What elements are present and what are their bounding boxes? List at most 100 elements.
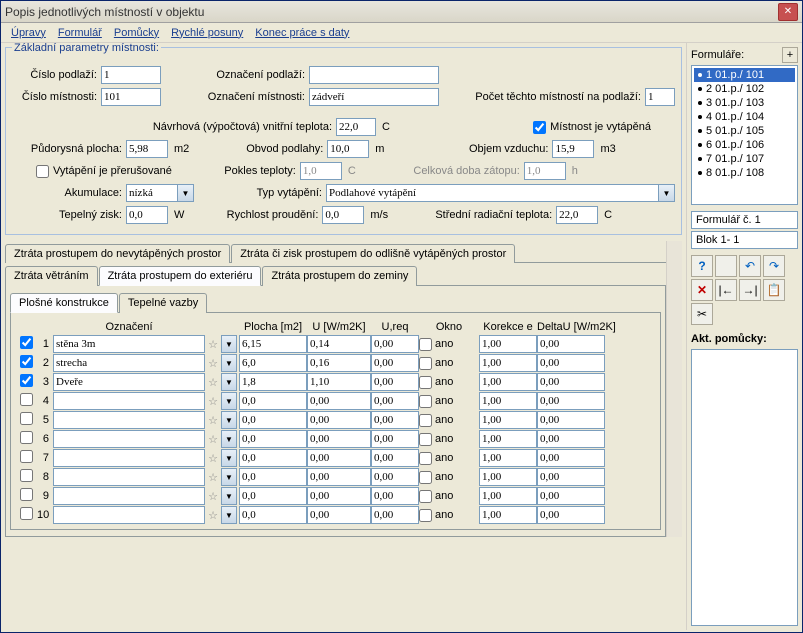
chk-vytapeni-prerus[interactable]: [36, 165, 49, 178]
input-deltau[interactable]: [537, 354, 605, 372]
star-icon[interactable]: ☆: [205, 414, 221, 427]
star-icon[interactable]: ☆: [205, 471, 221, 484]
row-checkbox[interactable]: [20, 355, 33, 368]
star-icon[interactable]: ☆: [205, 395, 221, 408]
dropdown-icon[interactable]: ▼: [221, 506, 237, 524]
input-ureq[interactable]: [371, 392, 419, 410]
input-plocha[interactable]: [239, 373, 307, 391]
input-ureq[interactable]: [371, 354, 419, 372]
scrollbar[interactable]: [666, 241, 682, 537]
input-deltau[interactable]: [537, 411, 605, 429]
input-oznaceni[interactable]: [53, 506, 205, 524]
input-deltau[interactable]: [537, 506, 605, 524]
input-korekce[interactable]: [479, 449, 537, 467]
dropdown-icon[interactable]: ▼: [221, 354, 237, 372]
row-checkbox[interactable]: [20, 507, 33, 520]
dropdown-icon[interactable]: ▼: [221, 430, 237, 448]
dropdown-icon[interactable]: ▼: [178, 184, 194, 202]
input-oznaceni[interactable]: [53, 468, 205, 486]
dropdown-icon[interactable]: ▼: [221, 373, 237, 391]
input-u[interactable]: [307, 449, 371, 467]
input-u[interactable]: [307, 430, 371, 448]
tab-nevytapenych[interactable]: Ztráta prostupem do nevytápěných prostor: [5, 244, 230, 263]
row-checkbox[interactable]: [20, 412, 33, 425]
chk-okno[interactable]: [419, 395, 432, 408]
dropdown-icon[interactable]: ▼: [221, 468, 237, 486]
formlist-item[interactable]: 6 01.p./ 106: [694, 138, 795, 152]
input-oznaceni[interactable]: [53, 430, 205, 448]
input-objem[interactable]: [552, 140, 594, 158]
input-deltau[interactable]: [537, 373, 605, 391]
input-oznaceni-podlazi[interactable]: [309, 66, 439, 84]
input-cislo-mistnosti[interactable]: [101, 88, 161, 106]
input-korekce[interactable]: [479, 430, 537, 448]
input-u[interactable]: [307, 411, 371, 429]
row-checkbox[interactable]: [20, 450, 33, 463]
input-deltau[interactable]: [537, 468, 605, 486]
input-rychlost[interactable]: [322, 206, 364, 224]
formlist-item[interactable]: 5 01.p./ 105: [694, 124, 795, 138]
input-deltau[interactable]: [537, 430, 605, 448]
chk-okno[interactable]: [419, 433, 432, 446]
sel-typ-vytapeni[interactable]: [326, 184, 659, 202]
menu-item[interactable]: Konec práce s daty: [251, 25, 353, 41]
chk-okno[interactable]: [419, 490, 432, 503]
formlist-item[interactable]: 2 01.p./ 102: [694, 82, 795, 96]
input-oznaceni-mistnosti[interactable]: [309, 88, 439, 106]
subtab-tepelne[interactable]: Tepelné vazby: [119, 293, 207, 313]
input-deltau[interactable]: [537, 392, 605, 410]
input-plocha[interactable]: [239, 411, 307, 429]
sel-akumulace[interactable]: [126, 184, 178, 202]
input-cislo-podlazi[interactable]: [101, 66, 161, 84]
redo-button[interactable]: ↷: [763, 255, 785, 277]
input-u[interactable]: [307, 487, 371, 505]
input-ureq[interactable]: [371, 335, 419, 353]
input-oznaceni[interactable]: [53, 335, 205, 353]
last-button[interactable]: →|: [739, 279, 761, 301]
input-plocha[interactable]: [239, 468, 307, 486]
chk-okno[interactable]: [419, 376, 432, 389]
chk-okno[interactable]: [419, 452, 432, 465]
input-navrh-teplota[interactable]: [336, 118, 376, 136]
dropdown-icon[interactable]: ▼: [221, 449, 237, 467]
input-u[interactable]: [307, 335, 371, 353]
undo-button[interactable]: ↶: [739, 255, 761, 277]
dropdown-icon[interactable]: ▼: [659, 184, 675, 202]
subtab-plosne[interactable]: Plošné konstrukce: [10, 293, 118, 313]
input-plocha[interactable]: [239, 506, 307, 524]
row-checkbox[interactable]: [20, 469, 33, 482]
formlist-item[interactable]: 8 01.p./ 108: [694, 166, 795, 180]
form-list[interactable]: 1 01.p./ 1012 01.p./ 1023 01.p./ 1034 01…: [691, 65, 798, 205]
star-icon[interactable]: ☆: [205, 376, 221, 389]
input-tep-zisk[interactable]: [126, 206, 168, 224]
add-form-button[interactable]: +: [782, 47, 798, 63]
chk-okno[interactable]: [419, 509, 432, 522]
chk-okno[interactable]: [419, 357, 432, 370]
row-checkbox[interactable]: [20, 336, 33, 349]
input-u[interactable]: [307, 354, 371, 372]
star-icon[interactable]: ☆: [205, 338, 221, 351]
input-oznaceni[interactable]: [53, 487, 205, 505]
input-korekce[interactable]: [479, 373, 537, 391]
menu-item[interactable]: Formulář: [54, 25, 106, 41]
dropdown-icon[interactable]: ▼: [221, 411, 237, 429]
input-stredni[interactable]: [556, 206, 598, 224]
tool-button[interactable]: [715, 255, 737, 277]
close-button[interactable]: ✕: [778, 3, 798, 21]
input-deltau[interactable]: [537, 487, 605, 505]
input-plocha[interactable]: [239, 430, 307, 448]
input-plocha[interactable]: [239, 487, 307, 505]
input-plocha[interactable]: [239, 449, 307, 467]
input-u[interactable]: [307, 506, 371, 524]
cut-button[interactable]: ✂: [691, 303, 713, 325]
input-u[interactable]: [307, 468, 371, 486]
star-icon[interactable]: ☆: [205, 490, 221, 503]
chk-okno[interactable]: [419, 338, 432, 351]
input-obvod[interactable]: [327, 140, 369, 158]
help-button[interactable]: ?: [691, 255, 713, 277]
chk-okno[interactable]: [419, 471, 432, 484]
formlist-item[interactable]: 3 01.p./ 103: [694, 96, 795, 110]
tab-vetranim[interactable]: Ztráta větráním: [5, 266, 98, 286]
input-oznaceni[interactable]: [53, 392, 205, 410]
input-plocha[interactable]: [239, 354, 307, 372]
